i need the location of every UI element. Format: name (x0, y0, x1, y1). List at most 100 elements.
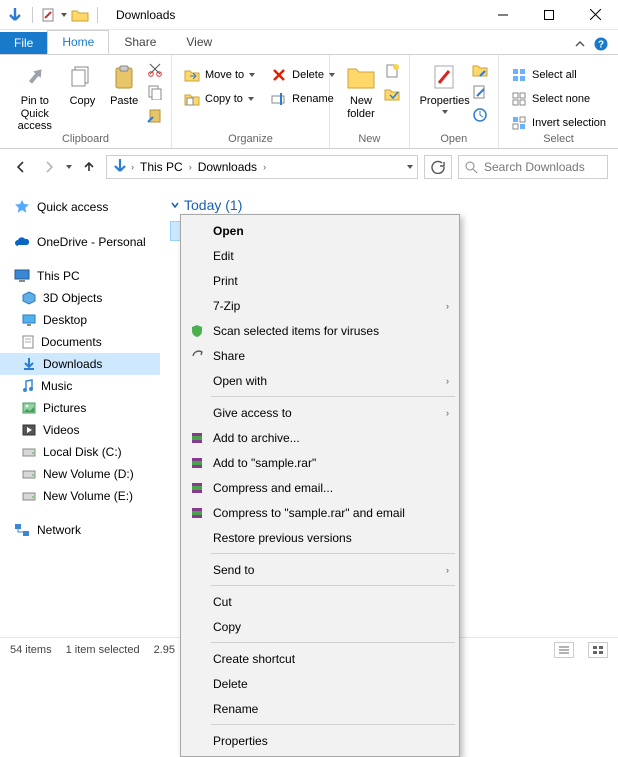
desktop-icon (22, 314, 36, 326)
help-icon[interactable]: ? (594, 37, 608, 54)
back-button[interactable] (10, 156, 32, 178)
ctx-share[interactable]: Share (183, 343, 457, 368)
ribbon: Pin to Quick access Copy Paste Clipboard… (0, 54, 618, 149)
ctx-addarchive[interactable]: Add to archive... (183, 425, 457, 450)
sidebar-documents[interactable]: Documents (0, 331, 160, 353)
sidebar-network[interactable]: Network (0, 519, 160, 541)
qat-properties-icon[interactable] (41, 7, 57, 23)
tab-share[interactable]: Share (109, 30, 171, 54)
tab-view[interactable]: View (171, 30, 227, 54)
group-label-clipboard: Clipboard (0, 133, 171, 148)
status-selection: 1 item selected (66, 644, 140, 656)
ctx-sendto[interactable]: Send to› (183, 557, 457, 582)
sidebar-thispc[interactable]: This PC (0, 265, 160, 287)
ctx-rename[interactable]: Rename (183, 696, 457, 721)
chevron-down-icon[interactable] (61, 13, 67, 17)
address-bar[interactable]: › This PC › Downloads › (106, 155, 418, 179)
sidebar-3dobjects[interactable]: 3D Objects (0, 287, 160, 309)
pc-icon (14, 269, 30, 283)
ctx-compresssample[interactable]: Compress to "sample.rar" and email (183, 500, 457, 525)
copy-path-icon[interactable] (147, 84, 163, 103)
cut-icon[interactable] (147, 61, 163, 80)
ctx-7zip[interactable]: 7-Zip› (183, 293, 457, 318)
properties-button[interactable]: Properties (418, 59, 472, 114)
ctx-open[interactable]: Open (183, 218, 457, 243)
collapse-ribbon-icon[interactable] (574, 38, 586, 53)
winrar-icon (189, 430, 205, 446)
tab-file[interactable]: File (0, 32, 47, 54)
music-icon (22, 379, 34, 393)
sidebar-quick-access[interactable]: Quick access (0, 195, 160, 219)
tab-home[interactable]: Home (47, 30, 109, 54)
ctx-copy[interactable]: Copy (183, 614, 457, 639)
ctx-openwith[interactable]: Open with› (183, 368, 457, 393)
ctx-cut[interactable]: Cut (183, 589, 457, 614)
ctx-restore[interactable]: Restore previous versions (183, 525, 457, 550)
cloud-icon (14, 236, 30, 248)
sidebar-onedrive[interactable]: OneDrive - Personal (0, 231, 160, 253)
sidebar-disk-c[interactable]: Local Disk (C:) (0, 441, 160, 463)
ctx-properties[interactable]: Properties (183, 728, 457, 753)
refresh-button[interactable] (424, 155, 452, 179)
pin-quick-access-button[interactable]: Pin to Quick access (8, 59, 62, 133)
ctx-scan[interactable]: Scan selected items for viruses (183, 318, 457, 343)
sidebar-disk-e[interactable]: New Volume (E:) (0, 485, 160, 507)
ctx-compressemail[interactable]: Compress and email... (183, 475, 457, 500)
rename-button[interactable]: Rename (267, 89, 339, 109)
new-item-icon[interactable] (384, 63, 400, 82)
up-button[interactable] (78, 156, 100, 178)
qat-folder-icon[interactable] (71, 8, 89, 22)
ctx-addsample[interactable]: Add to "sample.rar" (183, 450, 457, 475)
chevron-down-icon (170, 200, 180, 210)
sidebar-pictures[interactable]: Pictures (0, 397, 160, 419)
maximize-button[interactable] (526, 0, 572, 30)
ctx-edit[interactable]: Edit (183, 243, 457, 268)
navigation-bar: › This PC › Downloads › Search Downloads (0, 149, 618, 185)
breadcrumb-thispc[interactable]: This PC (136, 160, 187, 174)
view-details-button[interactable] (554, 642, 574, 658)
copy-button[interactable]: Copy (62, 59, 104, 108)
invert-selection-button[interactable]: Invert selection (507, 113, 610, 133)
breadcrumb-downloads[interactable]: Downloads (194, 160, 261, 174)
video-icon (22, 424, 36, 436)
share-icon (189, 348, 205, 364)
group-label-new: New (330, 133, 409, 148)
ctx-delete[interactable]: Delete (183, 671, 457, 696)
select-none-button[interactable]: Select none (507, 89, 610, 109)
close-button[interactable] (572, 0, 618, 30)
sidebar-downloads[interactable]: Downloads (0, 353, 160, 375)
ctx-print[interactable]: Print (183, 268, 457, 293)
sidebar-disk-d[interactable]: New Volume (D:) (0, 463, 160, 485)
ctx-shortcut[interactable]: Create shortcut (183, 646, 457, 671)
sidebar-videos[interactable]: Videos (0, 419, 160, 441)
edit-icon[interactable] (472, 84, 488, 103)
recent-locations-icon[interactable] (66, 165, 72, 169)
paste-shortcut-icon[interactable] (147, 107, 163, 126)
easy-access-icon[interactable] (384, 86, 400, 105)
history-icon[interactable] (472, 107, 488, 126)
sidebar-desktop[interactable]: Desktop (0, 309, 160, 331)
open-icon[interactable] (472, 63, 488, 80)
select-all-button[interactable]: Select all (507, 65, 610, 85)
shield-icon (189, 323, 205, 339)
new-folder-button[interactable]: New folder (338, 59, 384, 120)
address-history-icon[interactable] (407, 165, 413, 169)
minimize-button[interactable] (480, 0, 526, 30)
sidebar-music[interactable]: Music (0, 375, 160, 397)
svg-text:?: ? (598, 40, 604, 51)
drive-icon (22, 490, 36, 502)
winrar-icon (189, 505, 205, 521)
download-icon (22, 357, 36, 371)
title-bar: Downloads (0, 0, 618, 30)
forward-button (38, 156, 60, 178)
context-menu: Open Edit Print 7-Zip› Scan selected ite… (180, 214, 460, 757)
moveto-button[interactable]: Move to (180, 65, 259, 85)
paste-button[interactable]: Paste (103, 59, 145, 108)
copyto-button[interactable]: Copy to (180, 89, 259, 109)
search-icon (465, 161, 478, 174)
search-placeholder: Search Downloads (484, 160, 585, 174)
ctx-giveaccess[interactable]: Give access to› (183, 400, 457, 425)
search-box[interactable]: Search Downloads (458, 155, 608, 179)
view-icons-button[interactable] (588, 642, 608, 658)
delete-button[interactable]: Delete (267, 65, 339, 85)
